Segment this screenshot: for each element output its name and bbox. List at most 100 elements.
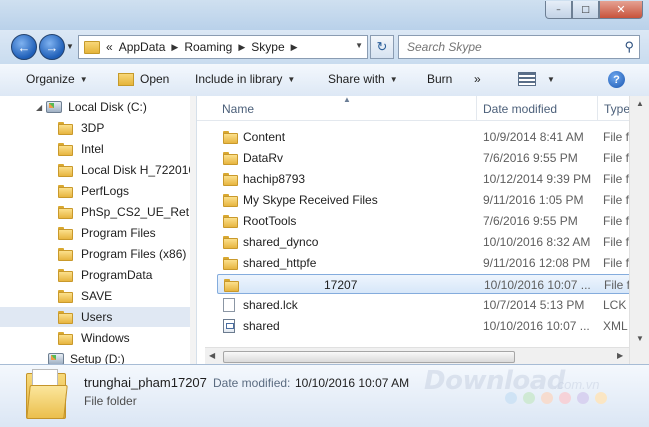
folder-icon	[58, 310, 73, 324]
file-name: shared	[243, 319, 280, 333]
file-row[interactable]: DataRv 7/6/2016 9:55 PM File folder	[217, 148, 649, 168]
tree-item-folder[interactable]: Intel	[58, 139, 104, 159]
file-name: shared.lck	[243, 298, 298, 312]
file-row[interactable]: Content 10/9/2014 8:41 AM File folder	[217, 127, 649, 147]
column-divider[interactable]	[597, 96, 598, 120]
tree-item-folder[interactable]: ProgramData	[58, 265, 152, 285]
tree-item-folder[interactable]: SAVE	[58, 286, 112, 306]
breadcrumb-appdata[interactable]: AppData	[119, 40, 166, 54]
tree-item-folder[interactable]: Local Disk H_722016	[58, 160, 195, 180]
horizontal-scrollbar[interactable]: ◀ ▶	[205, 347, 629, 365]
breadcrumb-roaming[interactable]: Roaming	[184, 40, 232, 54]
file-list: ▲ Name Date modified Type Content 10/9/2…	[197, 96, 649, 364]
tree-item-folder[interactable]: 3DP	[58, 118, 104, 138]
folder-icon	[58, 121, 73, 135]
navigation-pane-scrollbar[interactable]	[190, 96, 196, 364]
scroll-down-icon[interactable]: ▼	[636, 334, 644, 343]
navigation-bar: ← → ▼ « AppData ▶ Roaming ▶ Skype ▶ ▼ ↻ …	[0, 30, 649, 64]
recent-pages-dropdown[interactable]: ▼	[66, 42, 74, 51]
file-row[interactable]: shared 10/10/2016 10:07 ... XML Document	[217, 316, 649, 336]
share-with-button[interactable]: Share with ▼	[328, 72, 398, 86]
tree-item-label: Users	[81, 310, 113, 324]
file-row[interactable]: hachip8793 10/12/2014 9:39 PM File folde…	[217, 169, 649, 189]
folder-icon	[58, 226, 73, 240]
folder-icon	[223, 151, 238, 165]
folder-icon	[223, 256, 238, 270]
chevron-right-icon[interactable]: ▶	[238, 42, 245, 53]
breadcrumb-overflow[interactable]: «	[106, 40, 113, 54]
scroll-up-icon[interactable]: ▲	[636, 99, 644, 108]
file-row[interactable]: shared.lck 10/7/2014 5:13 PM LCK File	[217, 295, 649, 315]
file-date: 10/12/2014 9:39 PM	[483, 172, 592, 186]
maximize-button[interactable]: □	[572, 1, 599, 19]
scroll-left-icon[interactable]: ◀	[209, 351, 215, 360]
details-modified-value: 10/10/2016 10:07 AM	[295, 376, 410, 390]
hard-drive-icon	[46, 101, 63, 113]
column-divider[interactable]	[476, 96, 477, 120]
change-view-button[interactable]: ▼	[518, 72, 555, 86]
breadcrumb-skype[interactable]: Skype	[251, 40, 284, 54]
more-commands-button[interactable]: »	[474, 72, 481, 86]
column-header-date-modified[interactable]: Date modified	[483, 102, 557, 116]
scroll-right-icon[interactable]: ▶	[617, 351, 623, 360]
sort-ascending-icon: ▲	[343, 96, 351, 104]
search-icon[interactable]: ⚲	[624, 39, 634, 55]
file-row-selected[interactable]: 17207 10/10/2016 10:07 ... File folder	[217, 274, 649, 294]
tree-item-label: Setup (D:)	[70, 352, 125, 364]
burn-button[interactable]: Burn	[427, 72, 452, 86]
watermark-dot	[595, 392, 607, 404]
tree-item-folder[interactable]: PerfLogs	[58, 181, 129, 201]
file-name: DataRv	[243, 151, 284, 165]
folder-icon	[223, 214, 238, 228]
details-modified-label: Date modified:	[213, 376, 291, 390]
folder-icon	[223, 193, 238, 207]
close-button[interactable]: ✕	[599, 1, 643, 19]
horizontal-scroll-thumb[interactable]	[223, 351, 515, 363]
file-name: shared_dynco	[243, 235, 319, 249]
tree-item-folder[interactable]: Windows	[58, 328, 130, 348]
folder-icon	[58, 142, 73, 156]
watermark-dot	[577, 392, 589, 404]
folder-icon	[223, 172, 238, 186]
chevron-right-icon[interactable]: ▶	[171, 42, 178, 53]
open-button[interactable]: Open	[118, 72, 169, 86]
file-date: 10/7/2014 5:13 PM	[483, 298, 585, 312]
file-name: shared_httpfe	[243, 256, 317, 270]
address-dropdown-icon[interactable]: ▼	[355, 41, 363, 50]
file-name: Content	[243, 130, 286, 144]
tree-item-folder-selected[interactable]: Users	[0, 307, 190, 327]
chevron-right-icon[interactable]: ▶	[291, 42, 298, 53]
minimize-button[interactable]: –	[545, 1, 572, 19]
hard-drive-icon	[48, 353, 64, 364]
tree-item-label: SAVE	[81, 289, 113, 303]
tree-item-local-disk-c[interactable]: ◢ Local Disk (C:)	[36, 97, 147, 117]
include-in-library-button[interactable]: Include in library ▼	[195, 72, 295, 86]
command-bar: Organize ▼ Open Include in library ▼ Share…	[0, 64, 649, 97]
file-row[interactable]: shared_httpfe 9/11/2016 12:08 PM File fo…	[217, 253, 649, 273]
refresh-button[interactable]: ↻	[370, 35, 394, 59]
file-date: 10/10/2016 10:07 ...	[483, 319, 590, 333]
tree-item-setup-d[interactable]: Setup (D:)	[48, 349, 125, 364]
file-row[interactable]: My Skype Received Files 9/11/2016 1:05 P…	[217, 190, 649, 210]
search-input[interactable]	[405, 39, 614, 55]
back-button[interactable]: ←	[11, 34, 37, 60]
address-bar[interactable]: « AppData ▶ Roaming ▶ Skype ▶ ▼	[78, 35, 368, 59]
forward-button[interactable]: →	[39, 34, 65, 60]
file-row[interactable]: RootTools 7/6/2016 9:55 PM File folder	[217, 211, 649, 231]
tree-item-label: PhSp_CS2_UE_Ret	[81, 205, 190, 219]
chevron-down-icon: ▼	[79, 74, 88, 84]
vertical-scrollbar[interactable]: ▲ ▼	[629, 96, 649, 364]
tree-item-folder[interactable]: Program Files (x86)	[58, 244, 186, 264]
share-with-label: Share with	[328, 72, 385, 86]
help-button[interactable]: ?	[608, 71, 625, 88]
xml-file-icon	[223, 319, 235, 333]
collapse-arrow-icon[interactable]: ◢	[36, 103, 42, 112]
file-row[interactable]: shared_dynco 10/10/2016 8:32 AM File fol…	[217, 232, 649, 252]
tree-item-folder[interactable]: Program Files	[58, 223, 156, 243]
tree-item-folder[interactable]: PhSp_CS2_UE_Ret	[58, 202, 189, 222]
column-header-name[interactable]: Name	[222, 102, 254, 116]
organize-button[interactable]: Organize ▼	[26, 72, 88, 86]
watermark-dot	[559, 392, 571, 404]
column-header-type[interactable]: Type	[604, 102, 630, 116]
file-date: 10/9/2014 8:41 AM	[483, 130, 584, 144]
